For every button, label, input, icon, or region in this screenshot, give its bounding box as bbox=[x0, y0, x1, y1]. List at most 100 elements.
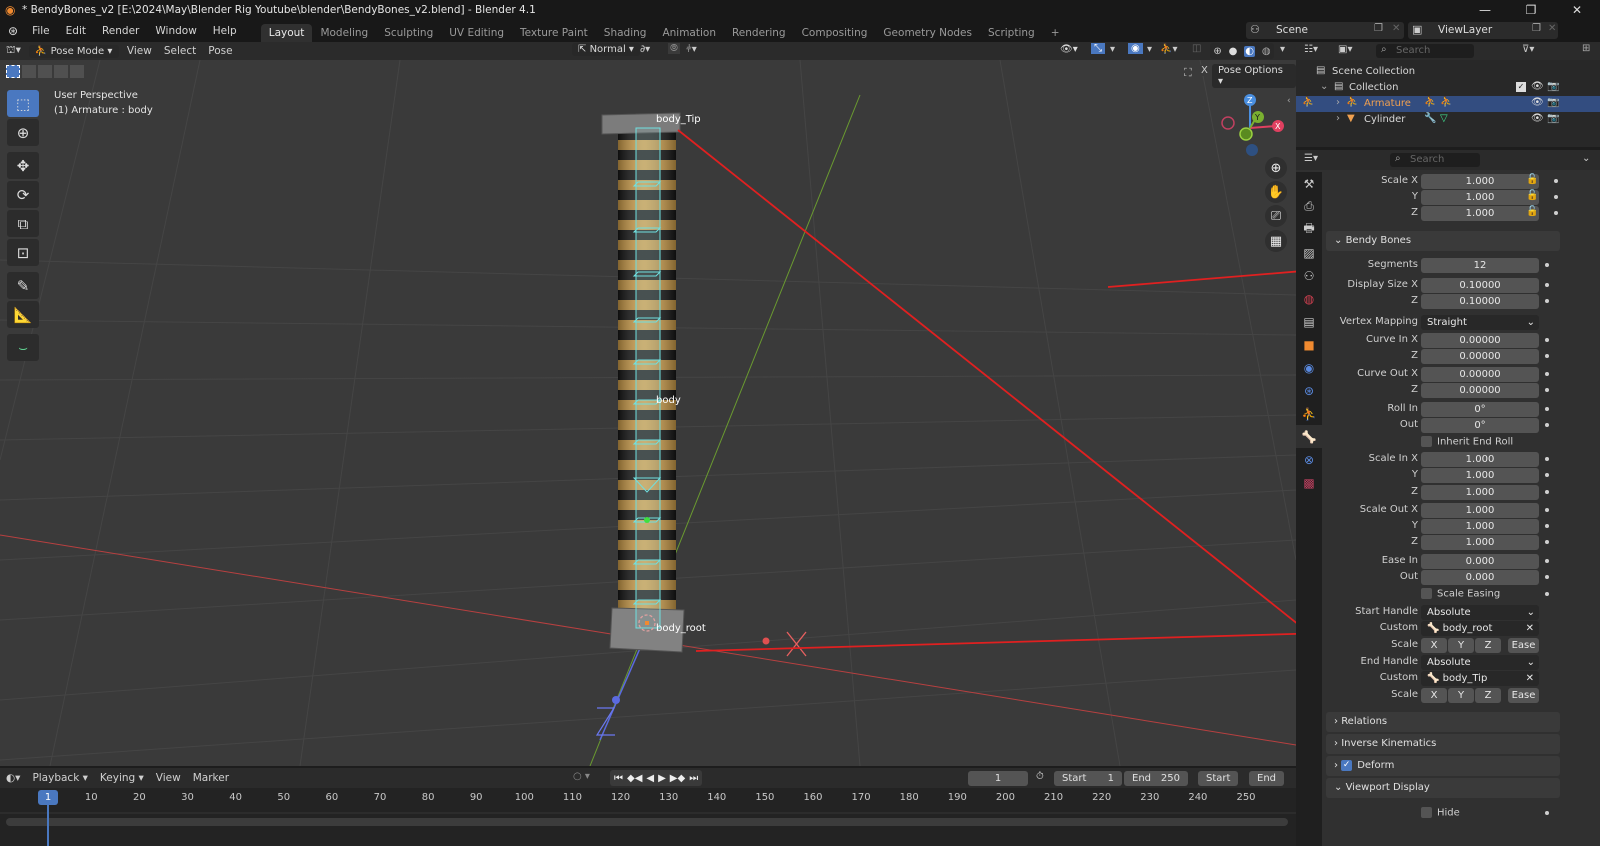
keyframe-dot[interactable] bbox=[1545, 372, 1549, 376]
menu-view[interactable]: View bbox=[121, 45, 158, 57]
overlays-dropdown-icon[interactable]: ▾ bbox=[1147, 44, 1152, 55]
blender-menu-icon[interactable]: ⊛ bbox=[0, 24, 24, 38]
workspace-tab-animation[interactable]: Animation bbox=[654, 24, 724, 42]
physics-tab-icon[interactable]: ◉ bbox=[1296, 356, 1322, 379]
jump-start-icon[interactable]: ⏮ bbox=[614, 773, 623, 784]
curve-out-z-field[interactable]: 0.00000 bbox=[1421, 383, 1539, 398]
start-handle-dropdown[interactable]: Absolute ⌄ bbox=[1421, 605, 1539, 620]
start-frame-field[interactable]: Start 1 bbox=[1054, 771, 1122, 786]
display-mode-icon[interactable]: ▣▾ bbox=[1338, 44, 1352, 55]
current-frame-field[interactable]: 1 bbox=[968, 771, 1028, 786]
keyframe-dot[interactable] bbox=[1554, 179, 1558, 183]
perspective-toggle-icon[interactable]: ▦ bbox=[1265, 230, 1287, 252]
keyframe-dot[interactable] bbox=[1545, 354, 1549, 358]
wireframe-shading-icon[interactable]: ⊕ bbox=[1213, 46, 1221, 57]
bendy-bones-panel-header[interactable]: ⌄ Bendy Bones bbox=[1326, 231, 1560, 251]
inverse-kinematics-panel-header[interactable]: › Inverse Kinematics bbox=[1326, 734, 1560, 754]
snap-target-icon[interactable]: ⫩▾ bbox=[686, 44, 697, 55]
relax-tool-icon[interactable]: ⌣ bbox=[7, 334, 39, 361]
minimize-button[interactable]: — bbox=[1462, 0, 1508, 20]
keyframe-dot[interactable] bbox=[1545, 299, 1549, 303]
end-button[interactable]: End bbox=[1249, 771, 1285, 786]
visibility-icon[interactable]: 👁▾ bbox=[1060, 44, 1078, 55]
transform-tool-icon[interactable]: ⊡ bbox=[7, 239, 39, 266]
keyframe-dot[interactable] bbox=[1545, 263, 1549, 267]
cursor-tool-icon[interactable]: ⊕ bbox=[7, 119, 39, 146]
start-custom-bone-field[interactable]: 🦴 body_root ✕ bbox=[1421, 621, 1539, 636]
outliner-search-input[interactable]: ⌕ Search bbox=[1376, 44, 1474, 58]
playhead-frame-indicator[interactable]: 1 bbox=[38, 790, 58, 805]
delete-view-layer-icon[interactable]: ✕ bbox=[1548, 23, 1556, 34]
keyframe-dot[interactable] bbox=[1554, 211, 1558, 215]
bone-tab-icon[interactable]: 🦴 bbox=[1296, 425, 1322, 448]
relations-panel-header[interactable]: › Relations bbox=[1326, 712, 1560, 732]
close-button[interactable]: ✕ bbox=[1554, 0, 1600, 20]
select-new-icon[interactable] bbox=[6, 65, 20, 78]
keyframe-dot[interactable] bbox=[1545, 283, 1549, 287]
workspace-tab-scripting[interactable]: Scripting bbox=[980, 24, 1043, 42]
select-invert-icon[interactable] bbox=[54, 65, 68, 78]
keyframe-dot[interactable] bbox=[1545, 457, 1549, 461]
play-icon[interactable]: ▶ bbox=[658, 773, 666, 784]
pivot-point-icon[interactable]: ∂▾ bbox=[640, 44, 650, 55]
sidebar-toggle-icon[interactable]: ‹ bbox=[1287, 96, 1291, 106]
xray-toggle-icon[interactable]: ◫ bbox=[1192, 43, 1201, 54]
view-layer-name[interactable]: ViewLayer bbox=[1438, 24, 1492, 36]
render-camera-icon[interactable]: 📷 bbox=[1547, 113, 1559, 124]
end-handle-dropdown[interactable]: Absolute ⌄ bbox=[1421, 655, 1539, 670]
curve-in-x-field[interactable]: 0.00000 bbox=[1421, 333, 1539, 348]
scale-tool-icon[interactable]: ⧉ bbox=[7, 210, 39, 237]
armature-data-icon[interactable]: ⛹ bbox=[1424, 97, 1436, 108]
auto-keying-icon[interactable]: ○ ▾ bbox=[573, 771, 590, 782]
workspace-tab-shading[interactable]: Shading bbox=[596, 24, 655, 42]
scale-easing-checkbox[interactable]: Scale Easing bbox=[1421, 588, 1500, 600]
render-camera-icon[interactable]: 📷 bbox=[1547, 97, 1559, 108]
keyframe-dot[interactable] bbox=[1545, 592, 1549, 596]
menu-edit[interactable]: Edit bbox=[58, 25, 94, 37]
end-scale-x-toggle[interactable]: X bbox=[1421, 688, 1447, 703]
transform-orientation-dropdown[interactable]: ⇱ Normal ▾ bbox=[572, 43, 640, 56]
scale-out-z-field[interactable]: 1.000 bbox=[1421, 535, 1539, 550]
lock-icon[interactable]: 🔓 bbox=[1526, 174, 1538, 185]
gizmo-dropdown-icon[interactable]: ▾ bbox=[1110, 44, 1115, 55]
scale-in-y-field[interactable]: 1.000 bbox=[1421, 468, 1539, 483]
end-scale-y-toggle[interactable]: Y bbox=[1448, 688, 1474, 703]
overlays-toggle-icon[interactable]: ◉ bbox=[1128, 43, 1143, 54]
curve-in-z-field[interactable]: 0.00000 bbox=[1421, 349, 1539, 364]
editor-type-icon[interactable]: ⛫▾ bbox=[0, 44, 27, 58]
scale-out-y-field[interactable]: 1.000 bbox=[1421, 519, 1539, 534]
menu-help[interactable]: Help bbox=[205, 25, 245, 37]
scene-selector[interactable]: ⚇ Scene ❐ ✕ bbox=[1246, 22, 1404, 39]
select-intersect-icon[interactable] bbox=[70, 65, 84, 78]
view-layer-selector[interactable]: ▣ ViewLayer ❐ ✕ bbox=[1408, 22, 1558, 39]
navigation-gizmo[interactable]: Z Y X bbox=[1218, 90, 1288, 160]
select-extend-icon[interactable] bbox=[22, 65, 36, 78]
exclude-checkbox[interactable]: ✓ bbox=[1516, 82, 1526, 92]
ease-in-field[interactable]: 0.000 bbox=[1421, 554, 1539, 569]
scale-z-field[interactable]: 1.000 bbox=[1421, 206, 1539, 221]
pose-mode-indicator-icon[interactable]: ⛹ bbox=[1302, 97, 1314, 108]
workspace-tab-rendering[interactable]: Rendering bbox=[724, 24, 794, 42]
rendered-shading-icon[interactable]: ◍ bbox=[1262, 46, 1271, 57]
mode-dropdown[interactable]: ⛹ Pose Mode ▾ bbox=[28, 44, 119, 58]
workspace-tab-layout[interactable]: Layout bbox=[260, 24, 313, 42]
keyframe-dot[interactable] bbox=[1545, 811, 1549, 815]
move-tool-icon[interactable]: ✥ bbox=[7, 152, 39, 179]
new-view-layer-icon[interactable]: ❐ bbox=[1532, 23, 1541, 34]
marker-menu[interactable]: Marker bbox=[187, 772, 235, 784]
lock-icon[interactable]: 🔓 bbox=[1526, 190, 1538, 201]
properties-options-icon[interactable]: ⌄ bbox=[1582, 153, 1590, 164]
filter-icon[interactable]: ⊽▾ bbox=[1522, 44, 1534, 55]
outliner-editor-type-icon[interactable]: ☷▾ bbox=[1304, 44, 1318, 55]
view-layer-tab-icon[interactable]: ▨ bbox=[1296, 241, 1322, 264]
keyframe-dot[interactable] bbox=[1545, 490, 1549, 494]
start-scale-ease-toggle[interactable]: Ease bbox=[1508, 638, 1539, 653]
playhead-line[interactable] bbox=[47, 805, 49, 846]
keyframe-dot[interactable] bbox=[1545, 388, 1549, 392]
visibility-eye-icon[interactable]: 👁 bbox=[1531, 113, 1544, 124]
rotate-tool-icon[interactable]: ⟳ bbox=[7, 181, 39, 208]
jump-end-icon[interactable]: ⏭ bbox=[689, 773, 698, 784]
end-frame-field[interactable]: End 250 bbox=[1124, 771, 1188, 786]
x-mirror-toggle[interactable]: X bbox=[1198, 65, 1211, 76]
solid-shading-icon[interactable]: ● bbox=[1229, 46, 1238, 57]
